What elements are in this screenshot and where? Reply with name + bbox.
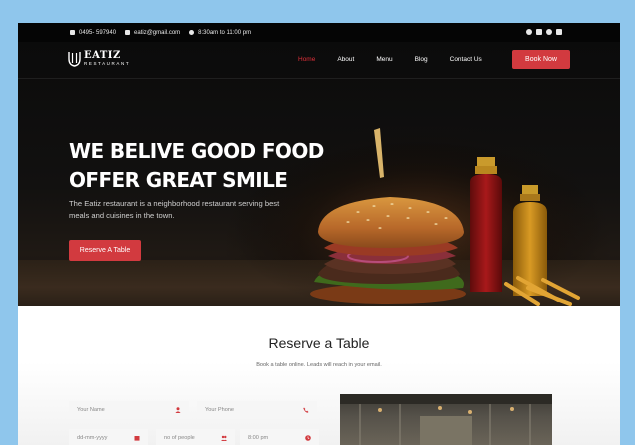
hero-tagline: The Eatiz restaurant is a neighborhood r… (69, 199, 280, 220)
email-info[interactable]: eatiz@gmail.com (125, 30, 180, 36)
phone-field-icon (303, 407, 309, 413)
nav-item-menu[interactable]: Menu (376, 56, 392, 63)
calendar-icon (134, 436, 140, 441)
hours-info: 8:30am to 11:00 pm (189, 30, 251, 36)
reserve-title: Reserve a Table (268, 335, 370, 351)
date-field[interactable]: dd-mm-yyyy (69, 429, 148, 445)
nav-item-about[interactable]: About (337, 56, 354, 63)
time-placeholder: 8:00 pm (248, 435, 269, 441)
hero-headline: WE BELIVE GOOD FOOD OFFER GREAT SMILE (69, 137, 329, 195)
headline-line-2: OFFER GREAT SMILE (69, 168, 288, 192)
nav-item-blog[interactable]: Blog (415, 56, 428, 63)
name-placeholder: Your Name (77, 407, 105, 413)
headline-line-1: WE BELIVE GOOD FOOD (69, 139, 324, 163)
ketchup-bottle (470, 157, 502, 292)
phone-info[interactable]: 0495- 597940 (70, 30, 116, 36)
nav-item-home[interactable]: Home (298, 56, 315, 63)
contact-info: 0495- 597940 eatiz@gmail.com 8:30am to 1… (70, 30, 260, 36)
email-text: eatiz@gmail.com (134, 29, 181, 36)
nav-item-contact[interactable]: Contact Us (450, 56, 482, 63)
hours-text: 8:30am to 11:00 pm (198, 29, 252, 36)
social-links (526, 29, 562, 35)
clock-icon (189, 30, 195, 35)
burger (310, 197, 466, 304)
people-placeholder: no of people (164, 435, 195, 441)
restaurant-interior-image (340, 394, 552, 445)
youtube-icon[interactable] (556, 29, 562, 35)
hero-section: EATIZ RESTAURANT Home About Menu Blog Co… (18, 42, 620, 306)
reserve-table-button[interactable]: Reserve A Table (69, 240, 141, 261)
nav-menu: Home About Menu Blog Contact Us (298, 56, 482, 63)
mail-icon (125, 30, 131, 35)
name-field[interactable]: Your Name (69, 401, 189, 419)
brand-name: EATIZ (84, 50, 121, 62)
phone-placeholder: Your Phone (205, 407, 235, 413)
phone-field[interactable]: Your Phone (197, 401, 317, 419)
utensils-logo-icon (68, 52, 81, 67)
user-icon (175, 407, 181, 413)
time-field[interactable]: 8:00 pm (240, 429, 319, 445)
reserve-subtitle: Book a table online. Leads will reach in… (256, 362, 382, 368)
reserve-section: Reserve a Table Book a table online. Lea… (18, 306, 620, 445)
date-placeholder: dd-mm-yyyy (77, 435, 108, 441)
facebook-icon[interactable] (526, 29, 532, 35)
book-now-button[interactable]: Book Now (512, 50, 570, 69)
phone-text: 0495- 597940 (79, 29, 117, 36)
group-icon (221, 435, 227, 441)
twitter-icon[interactable] (546, 29, 552, 35)
people-field[interactable]: no of people (156, 429, 235, 445)
browser-page: 0495- 597940 eatiz@gmail.com 8:30am to 1… (18, 23, 620, 445)
instagram-icon[interactable] (536, 29, 542, 35)
main-navbar: EATIZ RESTAURANT Home About Menu Blog Co… (18, 42, 620, 79)
interior-illustration (340, 394, 552, 445)
phone-icon (70, 30, 75, 35)
top-info-bar: 0495- 597940 eatiz@gmail.com 8:30am to 1… (18, 23, 620, 42)
brand-subtitle: RESTAURANT (84, 61, 131, 67)
brand-logo[interactable]: EATIZ RESTAURANT (68, 51, 130, 67)
clock-field-icon (305, 435, 311, 441)
